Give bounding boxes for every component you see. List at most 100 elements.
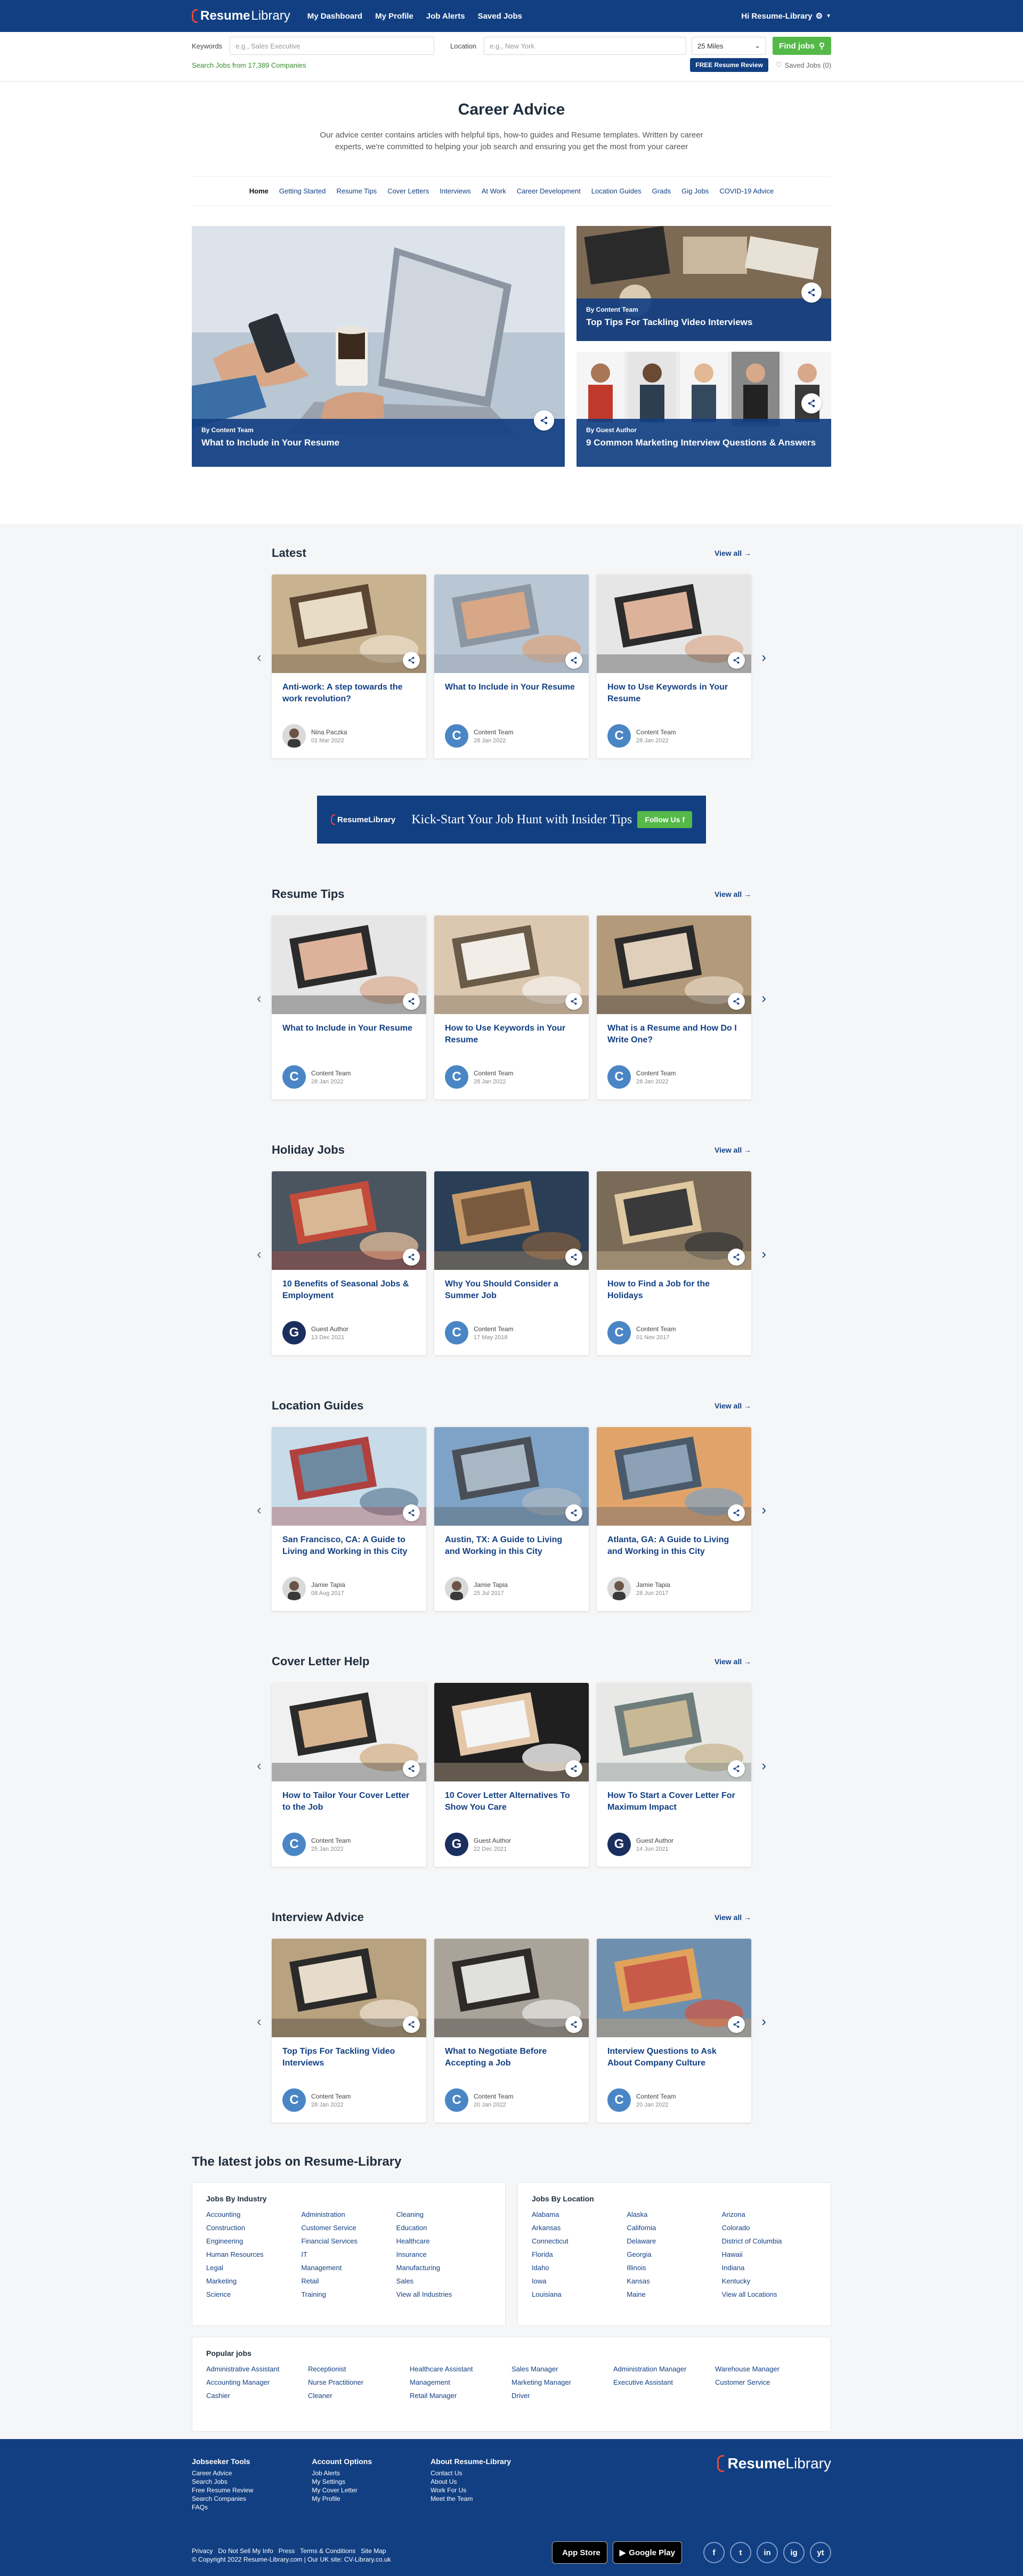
job-link[interactable]: Idaho: [532, 2264, 627, 2272]
article-card[interactable]: 10 Benefits of Seasonal Jobs & Employmen…: [272, 1171, 426, 1355]
view-all-link[interactable]: View all →: [715, 1657, 751, 1666]
share-icon[interactable]: [728, 1760, 745, 1777]
article-title[interactable]: Atlanta, GA: A Guide to Living and Worki…: [597, 1526, 751, 1574]
footer-logo[interactable]: Resume Library: [717, 2455, 831, 2472]
share-icon[interactable]: [403, 1760, 420, 1777]
category-interviews[interactable]: Interviews: [440, 187, 471, 195]
featured-side-card-2[interactable]: By Guest Author 9 Common Marketing Inter…: [577, 352, 831, 467]
job-link[interactable]: Customer Service: [301, 2224, 396, 2232]
carousel-next-icon[interactable]: ›: [761, 649, 766, 666]
article-title[interactable]: Top Tips For Tackling Video Interviews: [272, 2037, 426, 2085]
job-link[interactable]: Legal: [206, 2264, 301, 2272]
share-icon[interactable]: [565, 1760, 582, 1777]
share-icon[interactable]: [403, 993, 420, 1010]
job-link[interactable]: Management: [301, 2264, 396, 2272]
category-getting-started[interactable]: Getting Started: [279, 187, 326, 195]
category-at-work[interactable]: At Work: [482, 187, 506, 195]
nav-my-dashboard[interactable]: My Dashboard: [307, 12, 362, 21]
job-link[interactable]: Marketing Manager: [512, 2378, 613, 2386]
category-cover-letters[interactable]: Cover Letters: [387, 187, 429, 195]
job-link[interactable]: Alaska: [627, 2210, 721, 2218]
footer-link[interactable]: Free Resume Review: [192, 2486, 253, 2494]
carousel-next-icon[interactable]: ›: [761, 1502, 766, 1518]
article-title[interactable]: How to Find a Job for the Holidays: [597, 1270, 751, 1318]
job-link[interactable]: Training: [301, 2290, 396, 2298]
job-link[interactable]: Human Resources: [206, 2250, 301, 2258]
footer-link[interactable]: Search Jobs: [192, 2477, 253, 2486]
footer-link[interactable]: Search Companies: [192, 2494, 253, 2503]
article-title[interactable]: San Francisco, CA: A Guide to Living and…: [272, 1526, 426, 1574]
article-title[interactable]: Interview Questions to Ask About Company…: [597, 2037, 751, 2085]
job-link[interactable]: Maine: [627, 2290, 721, 2298]
article-card[interactable]: What to Include in Your Resume C Content T…: [272, 916, 426, 1099]
share-icon[interactable]: [403, 652, 420, 669]
job-link[interactable]: Florida: [532, 2250, 627, 2258]
keywords-input[interactable]: e.g., Sales Executive: [230, 37, 434, 55]
job-link[interactable]: District of Columbia: [722, 2237, 817, 2245]
job-link[interactable]: IT: [301, 2250, 396, 2258]
job-link[interactable]: Manufacturing: [396, 2264, 491, 2272]
share-icon[interactable]: [565, 2016, 582, 2033]
job-link[interactable]: Warehouse Manager: [715, 2365, 817, 2373]
job-link[interactable]: Sales Manager: [512, 2365, 613, 2373]
follow-banner[interactable]: ResumeLibrary Kick-Start Your Job Hunt wi…: [317, 796, 706, 844]
view-all-link[interactable]: View all →: [715, 890, 751, 898]
article-title[interactable]: 10 Cover Letter Alternatives To Show You…: [434, 1781, 589, 1829]
nav-job-alerts[interactable]: Job Alerts: [426, 12, 465, 21]
job-link[interactable]: Construction: [206, 2224, 301, 2232]
carousel-prev-icon[interactable]: ‹: [257, 2013, 262, 2030]
job-link[interactable]: Hawaii: [722, 2250, 817, 2258]
job-link[interactable]: Executive Assistant: [613, 2378, 715, 2386]
instagram-icon[interactable]: ig: [783, 2542, 805, 2563]
saved-jobs-link[interactable]: ♡ Saved Jobs (0): [776, 61, 831, 69]
job-link[interactable]: Financial Services: [301, 2237, 396, 2245]
view-all-link[interactable]: View all →: [715, 549, 751, 557]
job-link[interactable]: Insurance: [396, 2250, 491, 2258]
carousel-prev-icon[interactable]: ‹: [257, 1502, 262, 1518]
share-icon[interactable]: [565, 1504, 582, 1521]
job-link[interactable]: Management: [410, 2378, 512, 2386]
share-icon[interactable]: [534, 410, 554, 431]
job-link[interactable]: Iowa: [532, 2277, 627, 2285]
article-title[interactable]: What to Negotiate Before Accepting a Job: [434, 2037, 589, 2085]
category-location-guides[interactable]: Location Guides: [591, 187, 642, 195]
article-title[interactable]: What to Include in Your Resume: [434, 673, 589, 721]
carousel-prev-icon[interactable]: ‹: [257, 1757, 262, 1774]
job-link[interactable]: View all Locations: [722, 2290, 817, 2298]
article-title[interactable]: Austin, TX: A Guide to Living and Workin…: [434, 1526, 589, 1574]
article-card[interactable]: What is a Resume and How Do I Write One?…: [597, 916, 751, 1099]
category-career-development[interactable]: Career Development: [517, 187, 581, 195]
featured-side-title-1[interactable]: Top Tips For Tackling Video Interviews: [586, 317, 822, 328]
linkedin-icon[interactable]: in: [757, 2542, 778, 2563]
share-icon[interactable]: [801, 282, 822, 303]
featured-side-card-1[interactable]: By Content Team Top Tips For Tackling Vi…: [577, 226, 831, 341]
category-gig-jobs[interactable]: Gig Jobs: [681, 187, 709, 195]
article-card[interactable]: 10 Cover Letter Alternatives To Show You…: [434, 1683, 589, 1867]
share-icon[interactable]: [728, 652, 745, 669]
featured-main-title[interactable]: What to Include in Your Resume: [201, 437, 555, 449]
article-card[interactable]: Top Tips For Tackling Video Interviews C C…: [272, 1939, 426, 2123]
share-icon[interactable]: [403, 1504, 420, 1521]
article-title[interactable]: 10 Benefits of Seasonal Jobs & Employmen…: [272, 1270, 426, 1318]
job-link[interactable]: Indiana: [722, 2264, 817, 2272]
job-link[interactable]: Cleaning: [396, 2210, 491, 2218]
footer-link[interactable]: Work For Us: [431, 2486, 511, 2494]
job-link[interactable]: Marketing: [206, 2277, 301, 2285]
article-title[interactable]: How to Tailor Your Cover Letter to the J…: [272, 1781, 426, 1829]
article-title[interactable]: How to Use Keywords in Your Resume: [434, 1014, 589, 1062]
job-link[interactable]: Kansas: [627, 2277, 721, 2285]
job-link[interactable]: Arizona: [722, 2210, 817, 2218]
follow-us-button[interactable]: Follow Us f: [637, 811, 692, 828]
job-link[interactable]: Alabama: [532, 2210, 627, 2218]
category-home[interactable]: Home: [249, 187, 269, 195]
article-card[interactable]: San Francisco, CA: A Guide to Living and…: [272, 1427, 426, 1611]
job-link[interactable]: Healthcare Assistant: [410, 2365, 512, 2373]
article-title[interactable]: How to Use Keywords in Your Resume: [597, 673, 751, 721]
article-card[interactable]: Why You Should Consider a Summer Job C Con…: [434, 1171, 589, 1355]
carousel-next-icon[interactable]: ›: [761, 2013, 766, 2030]
featured-side-title-2[interactable]: 9 Common Marketing Interview Questions &…: [586, 437, 822, 449]
article-card[interactable]: Anti-work: A step towards the work revol…: [272, 574, 426, 758]
view-all-link[interactable]: View all →: [715, 1913, 751, 1922]
article-card[interactable]: Atlanta, GA: A Guide to Living and Worki…: [597, 1427, 751, 1611]
google-play-button[interactable]: ▶ Google Play: [612, 2541, 682, 2564]
